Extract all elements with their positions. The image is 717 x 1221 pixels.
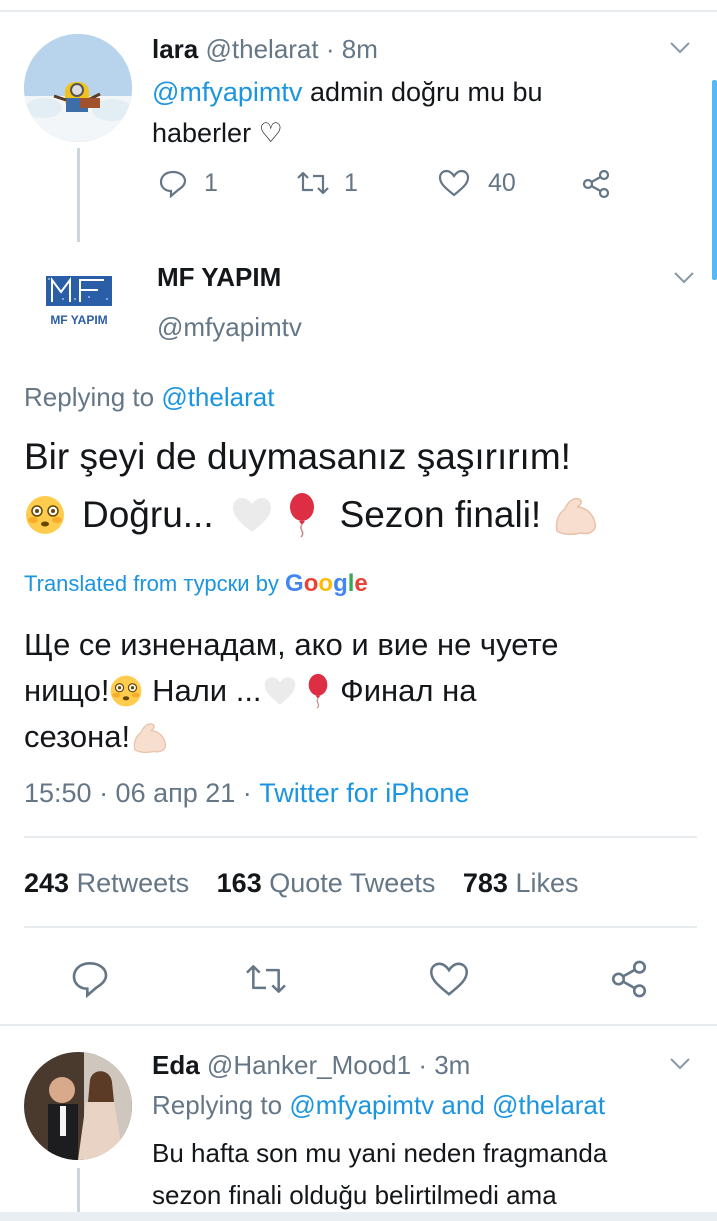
reply-button[interactable]: 1: [158, 168, 218, 198]
white-heart-emoji-icon: [264, 677, 295, 705]
author-name[interactable]: MF YAPIM: [157, 262, 281, 293]
retweet-icon: [297, 171, 329, 195]
tweet-time: · 8m: [325, 34, 378, 64]
replying-to: Replying to @thelarat: [24, 382, 274, 413]
tweet-body: Bir şeyi de duymasanız şaşırırım! Doğru.…: [24, 428, 601, 544]
tweet-header: lara @thelarat · 8m: [152, 34, 378, 65]
tweet-timestamp: 15:50 · 06 апр 21 ·: [24, 778, 260, 808]
tweet-text: Bu hafta son mu yani neden fragmanda sez…: [152, 1132, 607, 1216]
tweet-text-line: Doğru...: [82, 494, 214, 535]
replying-label: Replying to: [152, 1090, 290, 1120]
share-button[interactable]: [580, 168, 612, 200]
mf-yapim-logo: MF YAPIM: [46, 276, 112, 327]
reply-icon: [159, 170, 187, 198]
retweet-count: 1: [344, 168, 358, 197]
tweet-text-line: Bir şeyi de duymasanız şaşırırım!: [24, 436, 571, 477]
reply-button[interactable]: [70, 958, 110, 998]
chevron-down-icon[interactable]: [668, 1056, 692, 1072]
avatar[interactable]: [24, 1052, 132, 1160]
translated-from[interactable]: Translated from турски by Google: [24, 570, 368, 598]
replying-label: Replying to: [24, 382, 162, 412]
flexed-biceps-emoji-icon: [133, 723, 167, 754]
divider: [24, 926, 697, 928]
divider: [24, 836, 697, 838]
reply-icon: [72, 961, 108, 998]
replying-and: and: [434, 1090, 492, 1120]
balloon-emoji-icon: [308, 673, 327, 709]
replying-to: Replying to @mfyapimtv and @thelarat: [152, 1090, 605, 1121]
like-button[interactable]: 40: [438, 168, 516, 198]
tweet-meta: 15:50 · 06 апр 21 · Twitter for iPhone: [24, 778, 469, 809]
replying-handle-link[interactable]: @mfyapimtv: [289, 1090, 434, 1120]
bottom-divider: [0, 1212, 717, 1221]
user-name[interactable]: Eda: [152, 1050, 200, 1080]
source-link[interactable]: Twitter for iPhone: [259, 778, 469, 808]
translation-line: Финал на: [331, 673, 477, 708]
tweet-text-line: Bu hafta son mu yani neden fragmanda: [152, 1138, 608, 1168]
chevron-down-icon[interactable]: [668, 40, 692, 56]
svg-text:MF YAPIM: MF YAPIM: [50, 313, 107, 327]
tweet-text-line: haberler ♡: [152, 118, 283, 148]
avatar[interactable]: MF YAPIM: [24, 258, 136, 342]
user-handle[interactable]: @Hanker_Mood1: [207, 1050, 411, 1080]
retweet-button[interactable]: [244, 960, 288, 998]
retweet-icon: [246, 965, 286, 993]
translation-line: Нали ...: [143, 673, 262, 708]
tweet-text-line: admin doğru mu bu: [302, 77, 543, 107]
likes-stat[interactable]: 783 Likes: [463, 868, 579, 898]
share-icon: [582, 169, 610, 199]
thread-line: [77, 148, 80, 242]
reply-count: 1: [204, 168, 218, 197]
share-icon: [611, 960, 647, 998]
translation-line: Ще се изненадам, ако и вие не чуете: [24, 627, 559, 662]
tweet-header: Eda @Hanker_Mood1 · 3m: [152, 1050, 470, 1081]
white-heart-emoji-icon: [232, 498, 271, 532]
translation-line: нищо!: [24, 673, 110, 708]
chevron-down-icon[interactable]: [672, 270, 696, 286]
translation-line: сезона!: [24, 719, 131, 754]
user-name[interactable]: lara: [152, 34, 198, 64]
translation-text: Ще се изненадам, ако и вие не чуете нищо…: [24, 622, 559, 760]
tweet-text: @mfyapimtv admin doğru mu bu haberler ♡: [152, 72, 543, 154]
divider: [0, 1024, 717, 1026]
tweet-text-line: sezon finali olduğu belirtilmedi ama: [152, 1180, 557, 1210]
retweets-stat[interactable]: 243 Retweets: [24, 868, 189, 898]
avatar[interactable]: [24, 34, 132, 142]
top-divider: [0, 10, 717, 12]
flexed-biceps-emoji-icon: [555, 497, 597, 536]
heart-icon: [438, 169, 470, 197]
replying-handle-link[interactable]: @thelarat: [161, 382, 274, 412]
google-logo: Google: [285, 570, 368, 597]
replying-handle-link[interactable]: @thelarat: [492, 1090, 605, 1120]
like-count: 40: [488, 168, 516, 197]
tweet-time: · 3m: [418, 1050, 471, 1080]
like-button[interactable]: [428, 960, 470, 998]
scrollbar[interactable]: [712, 80, 717, 280]
flushed-face-emoji-icon: [26, 496, 64, 534]
author-handle[interactable]: @mfyapimtv: [157, 312, 302, 343]
heart-icon: [429, 962, 469, 996]
translated-label: Translated from турски by: [24, 571, 286, 596]
retweet-button[interactable]: 1: [296, 168, 358, 198]
mention-link[interactable]: @mfyapimtv: [152, 77, 302, 107]
quote-tweets-stat[interactable]: 163 Quote Tweets: [217, 868, 436, 898]
flushed-face-emoji-icon: [111, 675, 142, 707]
balloon-emoji-icon: [289, 493, 314, 538]
tweet-text-line: Sezon finali!: [339, 494, 542, 535]
tweet-stats: 243 Retweets 163 Quote Tweets 783 Likes: [24, 868, 578, 899]
share-button[interactable]: [608, 958, 650, 1000]
user-handle[interactable]: @thelarat: [206, 34, 319, 64]
